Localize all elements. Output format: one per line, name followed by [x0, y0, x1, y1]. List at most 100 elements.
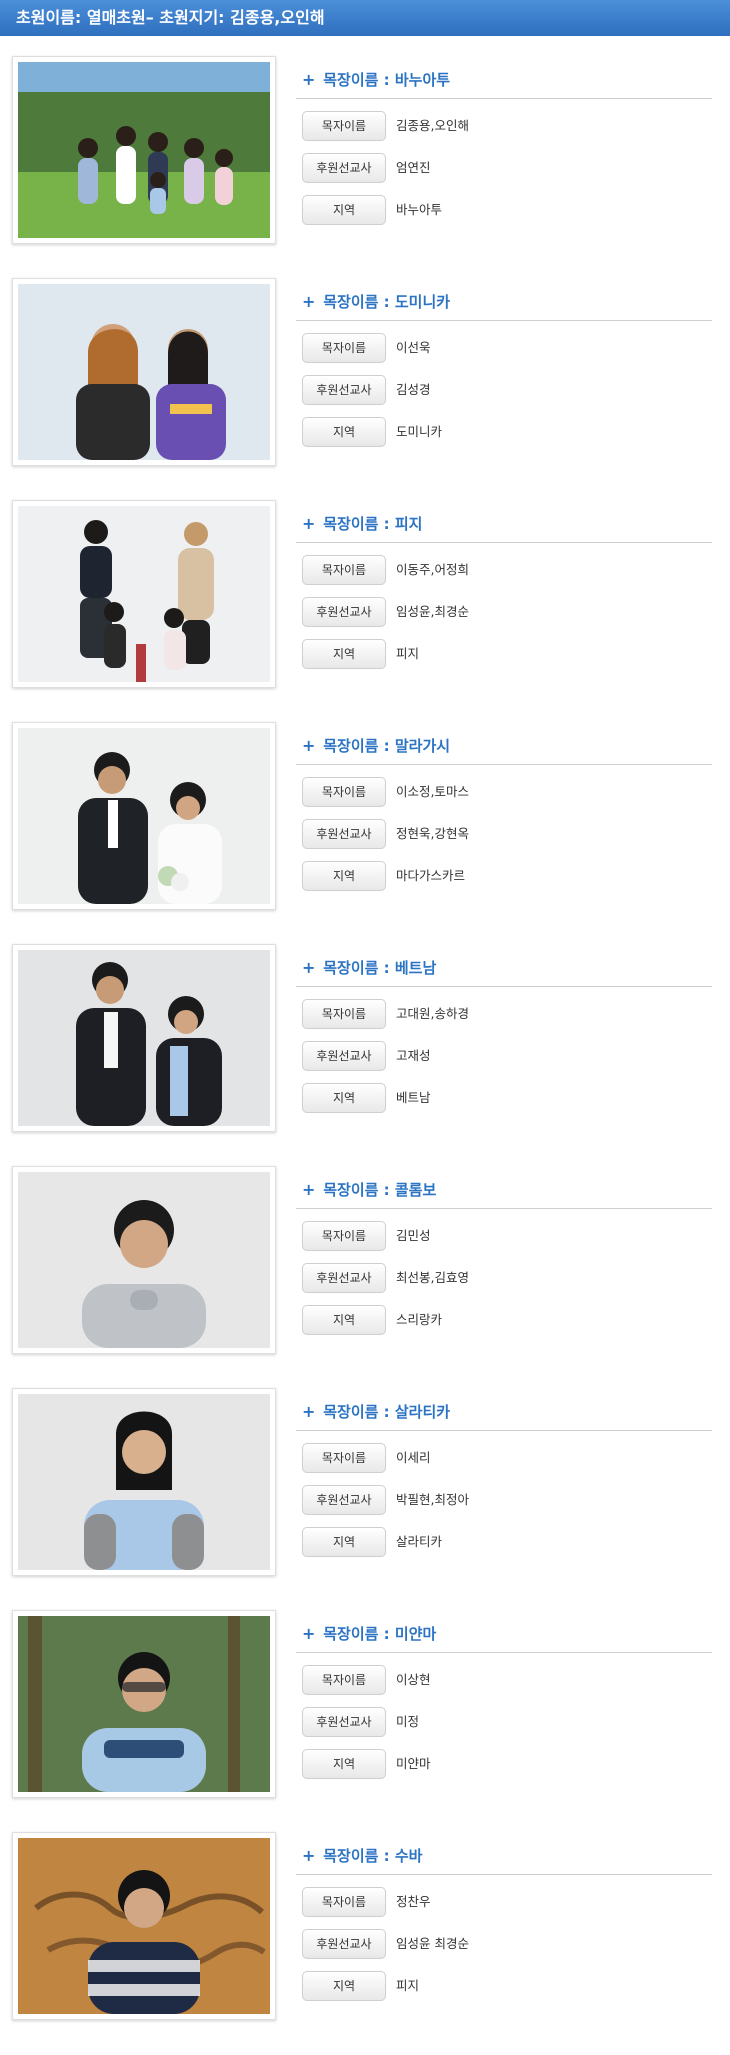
photo-frame: [12, 500, 276, 688]
plus-icon: +: [302, 292, 316, 311]
region-row: 지역 베트남: [296, 1083, 712, 1113]
pastor-label: 목자이름: [302, 777, 386, 807]
pastor-label: 목자이름: [302, 999, 386, 1029]
photo-frame: [12, 56, 276, 244]
region-row: 지역 스리랑카: [296, 1305, 712, 1335]
group-title-text: 목장이름 : 살라티카: [323, 1403, 451, 1421]
pastor-value: 이상현: [396, 1672, 431, 1687]
region-row: 지역 도미니카: [296, 417, 712, 447]
missionary-label: 후원선교사: [302, 375, 386, 405]
region-value: 살라티카: [396, 1534, 443, 1549]
group-card: + 목장이름 : 바누아투 목자이름 김종용,오인해 후원선교사 엄연진 지역 …: [12, 56, 712, 246]
group-photo: [18, 506, 270, 682]
region-label: 지역: [302, 1527, 386, 1557]
plus-icon: +: [302, 958, 316, 977]
missionary-value: 임성윤,최경순: [396, 604, 469, 619]
photo-frame: [12, 944, 276, 1132]
group-title: + 목장이름 : 콜롬보: [296, 1176, 712, 1209]
missionary-label: 후원선교사: [302, 1041, 386, 1071]
photo-frame: [12, 1388, 276, 1576]
group-photo: [18, 1616, 270, 1792]
photo-illustration: [18, 506, 270, 682]
photo-illustration: [18, 1394, 270, 1570]
missionary-label: 후원선교사: [302, 153, 386, 183]
pastor-row: 목자이름 이소정,토마스: [296, 777, 712, 807]
group-title-text: 목장이름 : 베트남: [323, 959, 437, 977]
photo-illustration: [18, 950, 270, 1126]
photo-frame: [12, 1610, 276, 1798]
missionary-label: 후원선교사: [302, 1263, 386, 1293]
missionary-label: 후원선교사: [302, 597, 386, 627]
photo-illustration: [18, 1172, 270, 1348]
region-value: 바누아투: [396, 202, 443, 217]
region-label: 지역: [302, 1083, 386, 1113]
group-photo: [18, 1394, 270, 1570]
group-title: + 목장이름 : 말라가시: [296, 732, 712, 765]
group-title: + 목장이름 : 수바: [296, 1842, 712, 1875]
missionary-row: 후원선교사 김성경: [296, 375, 712, 405]
region-value: 스리랑카: [396, 1312, 443, 1327]
missionary-value: 최선봉,김효영: [396, 1270, 469, 1285]
region-label: 지역: [302, 1305, 386, 1335]
photo-illustration: [18, 284, 270, 460]
group-photo: [18, 1172, 270, 1348]
group-card: + 목장이름 : 피지 목자이름 이동주,어정희 후원선교사 임성윤,최경순 지…: [12, 500, 712, 690]
missionary-value: 고재성: [396, 1048, 431, 1063]
group-title-text: 목장이름 : 피지: [323, 515, 423, 533]
group-photo: [18, 728, 270, 904]
missionary-value: 미정: [396, 1714, 420, 1729]
photo-illustration: [18, 62, 270, 238]
missionary-row: 후원선교사 임성윤 최경순: [296, 1929, 712, 1959]
pastor-row: 목자이름 이세리: [296, 1443, 712, 1473]
group-title-text: 목장이름 : 바누아투: [323, 71, 451, 89]
group-card: + 목장이름 : 살라티카 목자이름 이세리 후원선교사 박필현,최정아 지역 …: [12, 1388, 712, 1578]
pastor-row: 목자이름 김민성: [296, 1221, 712, 1251]
region-row: 지역 피지: [296, 1971, 712, 2001]
pastor-label: 목자이름: [302, 1665, 386, 1695]
missionary-label: 후원선교사: [302, 1929, 386, 1959]
missionary-row: 후원선교사 최선봉,김효영: [296, 1263, 712, 1293]
region-value: 피지: [396, 1978, 420, 1993]
group-photo: [18, 1838, 270, 2014]
group-title-text: 목장이름 : 미얀마: [323, 1625, 437, 1643]
group-info: + 목장이름 : 바누아투 목자이름 김종용,오인해 후원선교사 엄연진 지역 …: [296, 66, 712, 225]
missionary-label: 후원선교사: [302, 1485, 386, 1515]
region-value: 피지: [396, 646, 420, 661]
plus-icon: +: [302, 1846, 316, 1865]
photo-illustration: [18, 1838, 270, 2014]
pastor-row: 목자이름 김종용,오인해: [296, 111, 712, 141]
pastor-value: 이세리: [396, 1450, 431, 1465]
group-title: + 목장이름 : 살라티카: [296, 1398, 712, 1431]
region-label: 지역: [302, 417, 386, 447]
group-card: + 목장이름 : 베트남 목자이름 고대원,송하경 후원선교사 고재성 지역 베…: [12, 944, 712, 1134]
pastor-label: 목자이름: [302, 1221, 386, 1251]
pastor-value: 고대원,송하경: [396, 1006, 469, 1021]
photo-frame: [12, 722, 276, 910]
group-title: + 목장이름 : 베트남: [296, 954, 712, 987]
missionary-row: 후원선교사 정현욱,강현옥: [296, 819, 712, 849]
missionary-value: 엄연진: [396, 160, 431, 175]
missionary-row: 후원선교사 엄연진: [296, 153, 712, 183]
group-photo: [18, 284, 270, 460]
pastor-row: 목자이름 이동주,어정희: [296, 555, 712, 585]
missionary-label: 후원선교사: [302, 819, 386, 849]
region-value: 마다가스카르: [396, 868, 466, 883]
group-info: + 목장이름 : 도미니카 목자이름 이선욱 후원선교사 김성경 지역 도미니카: [296, 288, 712, 447]
group-info: + 목장이름 : 피지 목자이름 이동주,어정희 후원선교사 임성윤,최경순 지…: [296, 510, 712, 669]
region-label: 지역: [302, 639, 386, 669]
region-value: 도미니카: [396, 424, 443, 439]
header-title: 초원이름: 열매초원– 초원지기: 김종용,오인해: [16, 8, 325, 27]
group-info: + 목장이름 : 살라티카 목자이름 이세리 후원선교사 박필현,최정아 지역 …: [296, 1398, 712, 1557]
pastor-value: 이선욱: [396, 340, 431, 355]
region-row: 지역 바누아투: [296, 195, 712, 225]
region-label: 지역: [302, 1749, 386, 1779]
group-title-text: 목장이름 : 수바: [323, 1847, 423, 1865]
pastor-value: 김민성: [396, 1228, 431, 1243]
region-label: 지역: [302, 1971, 386, 2001]
group-title: + 목장이름 : 미얀마: [296, 1620, 712, 1653]
group-card: + 목장이름 : 도미니카 목자이름 이선욱 후원선교사 김성경 지역 도미니카: [12, 278, 712, 468]
region-row: 지역 마다가스카르: [296, 861, 712, 891]
group-title: + 목장이름 : 도미니카: [296, 288, 712, 321]
missionary-value: 김성경: [396, 382, 431, 397]
region-value: 미얀마: [396, 1756, 431, 1771]
